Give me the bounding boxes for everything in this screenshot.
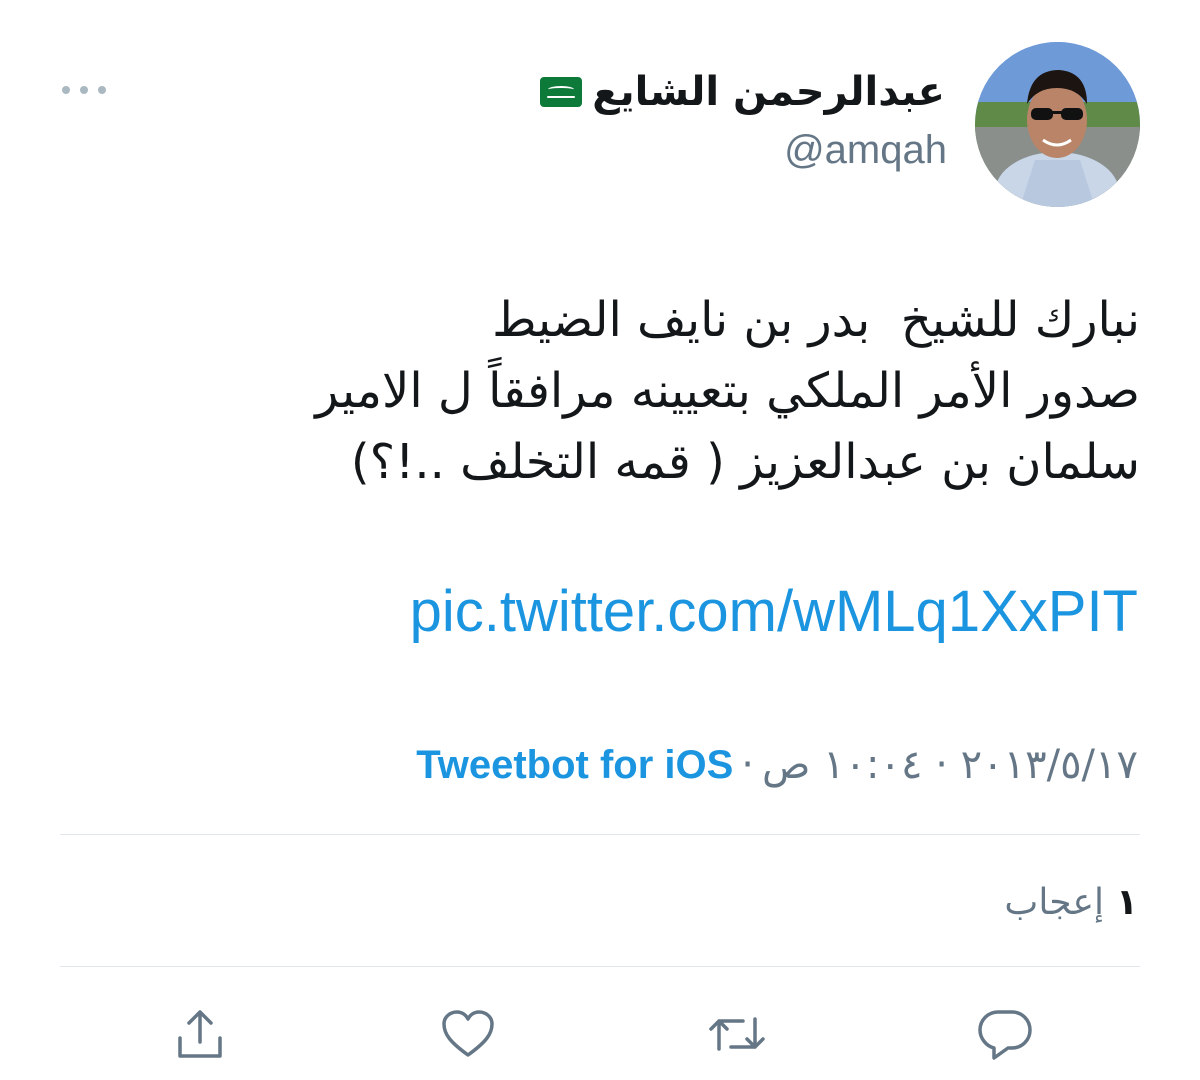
likes-stat[interactable]: ١ إعجاب (1004, 872, 1138, 932)
avatar[interactable] (975, 42, 1140, 207)
like-button[interactable] (438, 1004, 498, 1064)
display-name[interactable]: عبدالرحمن الشايع (592, 69, 945, 115)
share-icon (174, 1006, 226, 1062)
tweet-source-link[interactable]: Tweetbot for iOS (416, 743, 733, 788)
tweet-text-line: نبارك للشيخ بدر بن نايف الضيط (492, 292, 1140, 348)
tweet-detail: عبدالرحمن الشايع @amqah نبارك للشيخ بدر … (0, 0, 1200, 1080)
media-link[interactable]: pic.twitter.com/wMLq1XxPIT (410, 578, 1138, 645)
user-handle[interactable]: @amqah (784, 128, 947, 173)
retweet-icon (707, 1009, 767, 1059)
like-heart-icon (440, 1008, 496, 1060)
reply-icon (976, 1006, 1034, 1062)
tweet-timestamp[interactable]: ٢٠١٣/٥/١٧ · ١٠:٠٤ ص (762, 742, 1138, 788)
metadata-separator: · (741, 742, 754, 788)
retweet-button[interactable] (707, 1004, 767, 1064)
tweet-text-line: سلمان بن عبدالعزيز ( قمه التخلف ..!؟) (350, 434, 1140, 490)
tweet-text-line: صدور الأمر الملكي بتعيينه مرافقاً ل الام… (315, 363, 1140, 419)
saudi-flag-icon (540, 77, 583, 107)
divider (60, 966, 1140, 967)
tweet-metadata: ٢٠١٣/٥/١٧ · ١٠:٠٤ ص · Tweetbot for iOS (416, 735, 1138, 795)
tweet-text: نبارك للشيخ بدر بن نايف الضيط صدور الأمر… (60, 285, 1140, 498)
likes-label: إعجاب (1004, 881, 1105, 923)
reply-button[interactable] (975, 1004, 1035, 1064)
likes-count: ١ (1116, 881, 1138, 923)
more-options-icon[interactable] (62, 82, 106, 98)
share-button[interactable] (170, 1004, 230, 1064)
author-name-row[interactable]: عبدالرحمن الشايع (540, 62, 945, 122)
divider (60, 834, 1140, 835)
